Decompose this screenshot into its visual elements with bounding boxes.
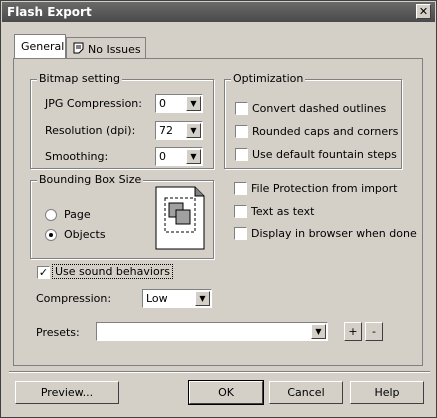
jpg-compression-select[interactable]: 0 ▼ bbox=[155, 94, 203, 113]
convert-dashed-label: Convert dashed outlines bbox=[252, 102, 387, 115]
help-button[interactable]: Help bbox=[350, 381, 424, 404]
fountain-steps-label: Use default fountain steps bbox=[252, 148, 397, 161]
display-in-browser-label: Display in browser when done bbox=[251, 227, 417, 240]
tab-no-issues-label: No Issues bbox=[88, 43, 141, 56]
checklist-icon bbox=[73, 42, 84, 54]
presets-select[interactable]: ▼ bbox=[96, 322, 328, 341]
add-preset-button[interactable]: + bbox=[344, 322, 362, 341]
convert-dashed-checkbox[interactable] bbox=[235, 102, 248, 115]
close-icon: ✕ bbox=[418, 5, 429, 18]
ok-button[interactable]: OK bbox=[188, 380, 264, 405]
sound-behaviors-label: Use sound behaviors bbox=[52, 264, 173, 279]
smoothing-label: Smoothing: bbox=[45, 150, 109, 163]
file-protection-label: File Protection from import bbox=[251, 182, 398, 195]
compression-value: Low bbox=[146, 292, 168, 305]
text-as-text-checkbox[interactable] bbox=[234, 205, 247, 218]
chevron-down-icon[interactable]: ▼ bbox=[311, 324, 326, 339]
divider bbox=[9, 371, 430, 373]
compression-label: Compression: bbox=[36, 292, 112, 305]
bounding-box-preview-icon bbox=[155, 186, 205, 250]
remove-preset-button[interactable]: - bbox=[365, 322, 383, 341]
sound-behaviors-checkbox[interactable]: ✓ bbox=[37, 266, 50, 279]
jpg-compression-label: JPG Compression: bbox=[45, 97, 142, 110]
compression-select[interactable]: Low ▼ bbox=[142, 289, 212, 308]
display-in-browser-checkbox[interactable] bbox=[234, 227, 247, 240]
page-radio-label: Page bbox=[64, 208, 91, 221]
chevron-down-icon[interactable]: ▼ bbox=[186, 149, 201, 164]
optimization-group: Optimization Convert dashed outlines Rou… bbox=[224, 72, 402, 169]
title-bar[interactable]: Flash Export ✕ bbox=[2, 2, 435, 22]
chevron-down-icon[interactable]: ▼ bbox=[186, 123, 201, 138]
page-radio[interactable] bbox=[45, 209, 57, 221]
bounding-box-group: Bounding Box Size Page Objects bbox=[30, 173, 214, 259]
preview-button[interactable]: Preview... bbox=[15, 381, 119, 404]
flash-export-dialog: Flash Export ✕ General No Issues Bitmap … bbox=[0, 0, 437, 418]
tab-no-issues[interactable]: No Issues bbox=[66, 37, 146, 59]
bitmap-setting-group: Bitmap setting JPG Compression: 0 ▼ Reso… bbox=[30, 72, 214, 169]
file-protection-checkbox[interactable] bbox=[234, 182, 247, 195]
objects-radio[interactable] bbox=[45, 229, 57, 241]
text-as-text-label: Text as text bbox=[251, 205, 315, 218]
optimization-title: Optimization bbox=[231, 72, 306, 85]
jpg-compression-value: 0 bbox=[159, 97, 166, 110]
close-button[interactable]: ✕ bbox=[416, 4, 431, 19]
smoothing-select[interactable]: 0 ▼ bbox=[155, 147, 203, 166]
rounded-caps-label: Rounded caps and corners bbox=[252, 125, 399, 138]
resolution-label: Resolution (dpi): bbox=[45, 124, 136, 137]
objects-radio-label: Objects bbox=[64, 228, 106, 241]
resolution-value: 72 bbox=[159, 124, 173, 137]
rounded-caps-checkbox[interactable] bbox=[235, 125, 248, 138]
smoothing-value: 0 bbox=[159, 150, 166, 163]
chevron-down-icon[interactable]: ▼ bbox=[186, 96, 201, 111]
tab-general[interactable]: General bbox=[14, 34, 66, 59]
chevron-down-icon[interactable]: ▼ bbox=[195, 291, 210, 306]
cancel-button[interactable]: Cancel bbox=[269, 381, 343, 404]
resolution-select[interactable]: 72 ▼ bbox=[155, 121, 203, 140]
tab-panel-general: Bitmap setting JPG Compression: 0 ▼ Reso… bbox=[13, 58, 423, 366]
window-title: Flash Export bbox=[7, 5, 92, 19]
fountain-steps-checkbox[interactable] bbox=[235, 148, 248, 161]
bounding-box-title: Bounding Box Size bbox=[37, 173, 144, 186]
tab-general-label: General bbox=[21, 40, 65, 53]
bitmap-setting-title: Bitmap setting bbox=[37, 72, 122, 85]
presets-label: Presets: bbox=[36, 326, 80, 339]
